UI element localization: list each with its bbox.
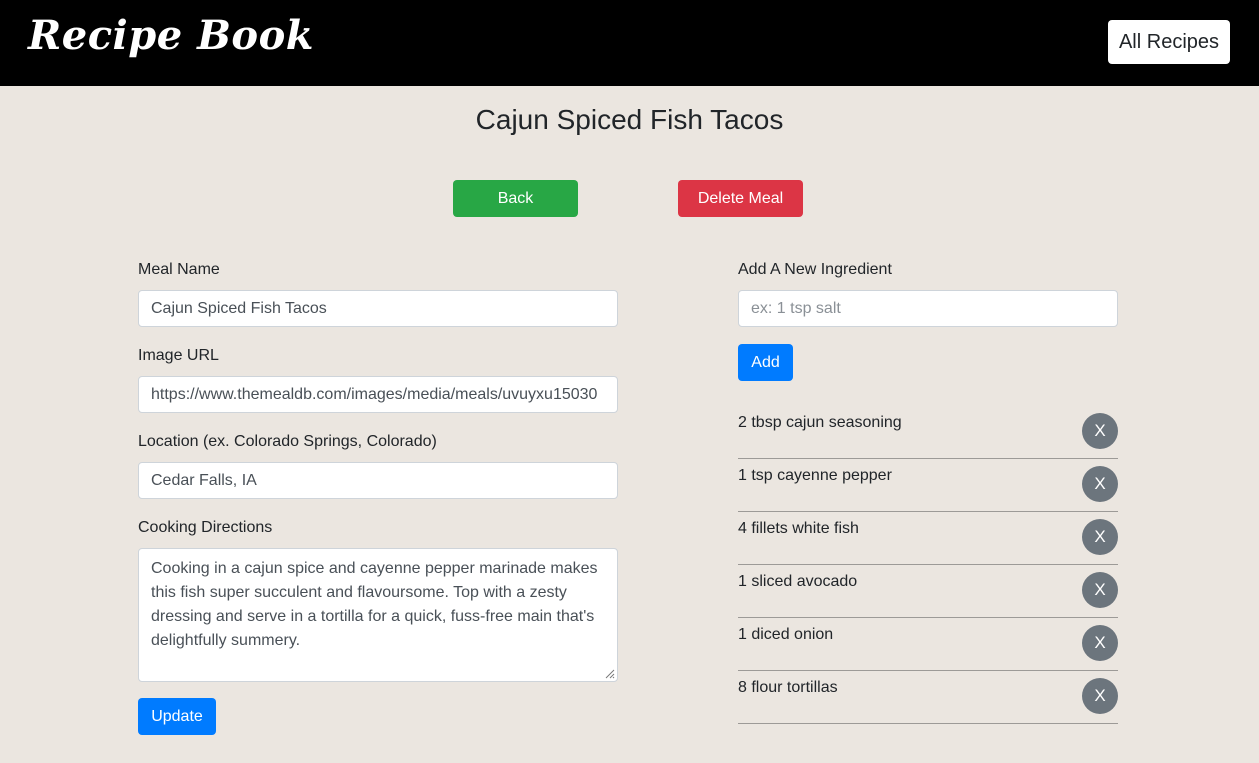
ingredient-name: 8 flour tortillas: [738, 679, 838, 696]
update-button[interactable]: Update: [138, 698, 216, 735]
add-ingredient-button[interactable]: Add: [738, 344, 793, 381]
ingredient-row: 1 tsp cayenne pepper X: [738, 459, 1118, 512]
page-title: Cajun Spiced Fish Tacos: [475, 104, 784, 135]
remove-ingredient-button[interactable]: X: [1082, 413, 1118, 449]
directions-label: Cooking Directions: [138, 519, 273, 536]
location-input[interactable]: Cedar Falls, IA: [138, 462, 618, 499]
new-ingredient-input[interactable]: ex: 1 tsp salt: [738, 290, 1118, 327]
back-button[interactable]: Back: [453, 180, 578, 217]
location-label: Location (ex. Colorado Springs, Colorado…: [138, 433, 437, 450]
ingredient-name: 2 tbsp cajun seasoning: [738, 414, 902, 431]
remove-ingredient-button[interactable]: X: [1082, 466, 1118, 502]
ingredient-name: 4 fillets white fish: [738, 520, 859, 537]
remove-ingredient-button[interactable]: X: [1082, 572, 1118, 608]
remove-ingredient-button[interactable]: X: [1082, 625, 1118, 661]
all-recipes-button[interactable]: All Recipes: [1108, 20, 1230, 64]
image-url-label: Image URL: [138, 347, 219, 364]
ingredient-name: 1 sliced avocado: [738, 573, 858, 590]
directions-textarea[interactable]: Cooking in a cajun spice and cayenne pep…: [138, 548, 618, 682]
image-url-input[interactable]: https://www.themealdb.com/images/media/m…: [138, 376, 618, 413]
ingredient-row: 1 diced onion X: [738, 618, 1118, 671]
resize-grip-icon[interactable]: [603, 667, 615, 679]
remove-ingredient-button[interactable]: X: [1082, 519, 1118, 555]
ingredient-row: 1 sliced avocado X: [738, 565, 1118, 618]
delete-meal-button[interactable]: Delete Meal: [678, 180, 803, 217]
brand-logo[interactable]: Recipe Book: [28, 12, 314, 59]
directions-text: Cooking in a cajun spice and cayenne pep…: [151, 560, 598, 649]
remove-ingredient-button[interactable]: X: [1082, 678, 1118, 714]
ingredient-row: 2 tbsp cajun seasoning X: [738, 406, 1118, 459]
meal-name-input[interactable]: Cajun Spiced Fish Tacos: [138, 290, 618, 327]
new-ingredient-label: Add A New Ingredient: [738, 261, 892, 278]
ingredient-name: 1 diced onion: [738, 626, 834, 643]
meal-name-label: Meal Name: [138, 261, 220, 278]
ingredient-row: 8 flour tortillas X: [738, 671, 1118, 724]
navbar: Recipe Book All Recipes: [0, 0, 1259, 86]
ingredient-row: 4 fillets white fish X: [738, 512, 1118, 565]
ingredient-name: 1 tsp cayenne pepper: [738, 467, 892, 484]
